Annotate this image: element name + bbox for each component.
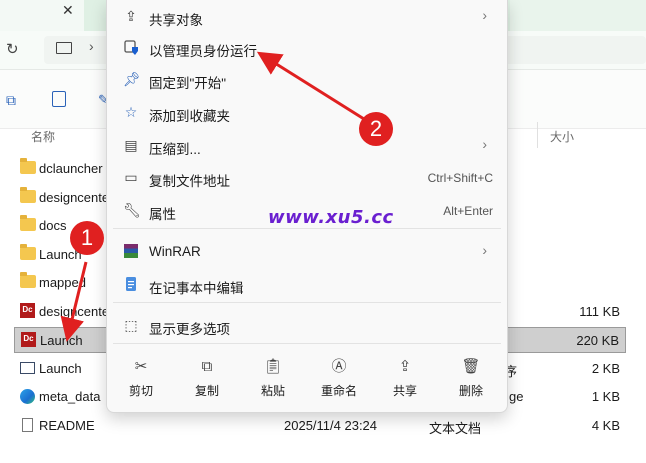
arrow-to-selected-file <box>60 261 88 342</box>
step-badge-1: 1 <box>70 221 104 255</box>
step-badge-2: 2 <box>359 112 393 146</box>
arrow-to-run-as-admin <box>256 51 365 121</box>
